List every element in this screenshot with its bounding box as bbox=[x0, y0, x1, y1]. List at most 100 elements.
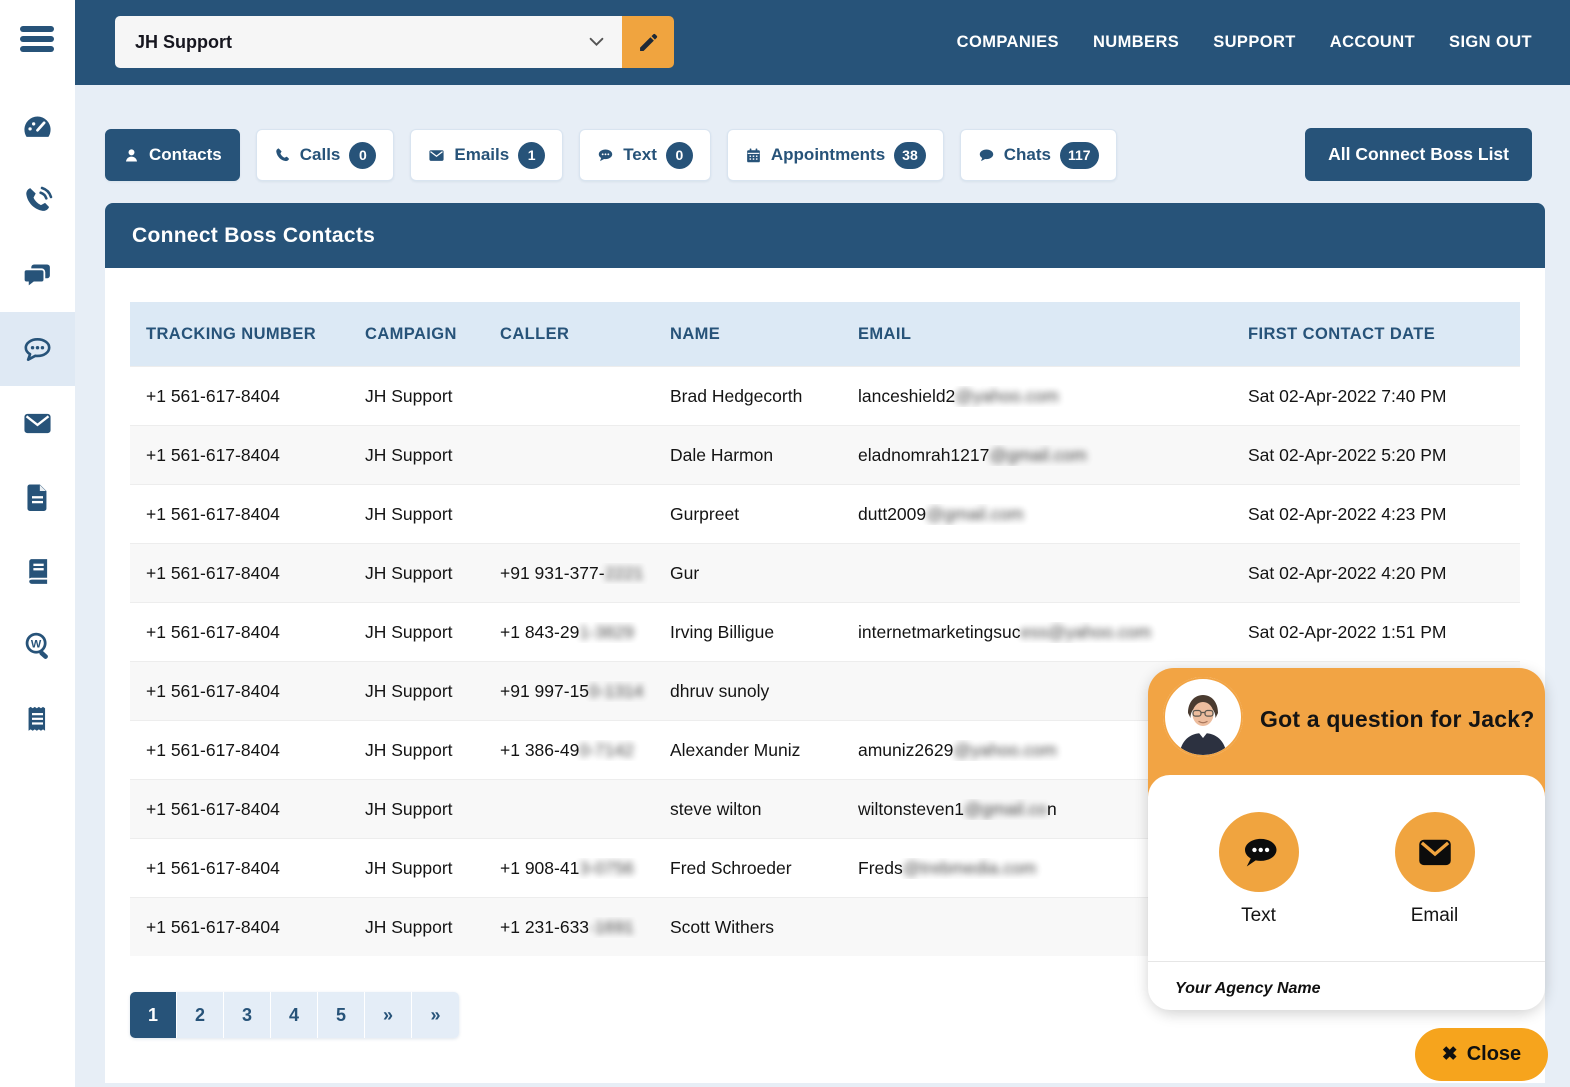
page-button-1[interactable]: 1 bbox=[130, 992, 177, 1038]
pencil-icon bbox=[637, 31, 660, 54]
sidebar: W bbox=[0, 0, 75, 1087]
campaign-cell: JH Support bbox=[365, 563, 500, 584]
tab-label: Appointments bbox=[771, 145, 885, 165]
page-forward-button[interactable]: » bbox=[412, 992, 459, 1038]
user-icon bbox=[123, 147, 140, 164]
campaign-cell: JH Support bbox=[365, 386, 500, 407]
tracking-number-cell: +1 561-617-8404 bbox=[146, 917, 365, 938]
chat-widget-title: Got a question for Jack? bbox=[1260, 706, 1534, 733]
nav-numbers[interactable]: NUMBERS bbox=[1093, 33, 1179, 52]
tab-chats[interactable]: Chats 117 bbox=[960, 129, 1117, 181]
campaign-cell: JH Support bbox=[365, 504, 500, 525]
tab-label: Emails bbox=[454, 145, 509, 165]
jack-photo-avatar bbox=[1163, 677, 1243, 757]
email-icon bbox=[21, 407, 54, 440]
sidebar-item-emails[interactable] bbox=[0, 386, 75, 460]
sidebar-item-keyword-search[interactable]: W bbox=[0, 608, 75, 682]
tab-appointments[interactable]: Appointments 38 bbox=[727, 129, 944, 181]
email-cell: eladnomrah1217@gmail.com bbox=[858, 445, 1248, 466]
campaign-cell: JH Support bbox=[365, 445, 500, 466]
company-select[interactable]: JH Support bbox=[115, 16, 622, 68]
tab-count-badge: 117 bbox=[1060, 142, 1099, 169]
widget-email-label: Email bbox=[1411, 905, 1459, 927]
page-button-4[interactable]: 4 bbox=[271, 992, 318, 1038]
pagination: 12345»» bbox=[130, 992, 459, 1038]
tab-contacts[interactable]: Contacts bbox=[105, 129, 240, 181]
nav-account[interactable]: ACCOUNT bbox=[1330, 33, 1415, 52]
campaign-cell: JH Support bbox=[365, 858, 500, 879]
table-row[interactable]: +1 561-617-8404 JH Support +91 931-377-2… bbox=[130, 543, 1520, 602]
name-cell: Gur bbox=[670, 563, 858, 584]
tracking-number-cell: +1 561-617-8404 bbox=[146, 681, 365, 702]
campaign-cell: JH Support bbox=[365, 622, 500, 643]
table-row[interactable]: +1 561-617-8404 JH Support +1 843-291-38… bbox=[130, 602, 1520, 661]
edit-company-button[interactable] bbox=[622, 16, 674, 68]
email-cell: lanceshield2@yahoo.com bbox=[858, 386, 1248, 407]
name-cell: Dale Harmon bbox=[670, 445, 858, 466]
nav-support[interactable]: SUPPORT bbox=[1213, 33, 1296, 52]
tab-count-badge: 1 bbox=[518, 142, 545, 169]
widget-email-button[interactable]: Email bbox=[1395, 812, 1475, 927]
widget-text-button[interactable]: Text bbox=[1219, 812, 1299, 927]
tracking-number-cell: +1 561-617-8404 bbox=[146, 386, 365, 407]
first-contact-date-cell: Sat 02-Apr-2022 4:20 PM bbox=[1248, 563, 1520, 584]
nav-companies[interactable]: COMPANIES bbox=[957, 33, 1059, 52]
sidebar-item-documents[interactable] bbox=[0, 460, 75, 534]
top-nav: COMPANIES NUMBERS SUPPORT ACCOUNT SIGN O… bbox=[957, 0, 1532, 85]
agency-name: Your Agency Name bbox=[1175, 980, 1321, 998]
campaign-cell: JH Support bbox=[365, 917, 500, 938]
column-header: NAME bbox=[670, 325, 858, 344]
name-cell: Gurpreet bbox=[670, 504, 858, 525]
campaign-cell: JH Support bbox=[365, 740, 500, 761]
all-connect-boss-list-button[interactable]: All Connect Boss List bbox=[1305, 128, 1532, 181]
sidebar-item-directory[interactable] bbox=[0, 534, 75, 608]
menu-icon[interactable] bbox=[20, 26, 54, 56]
first-contact-date-cell: Sat 02-Apr-2022 4:23 PM bbox=[1248, 504, 1520, 525]
panel-title: Connect Boss Contacts bbox=[105, 203, 1545, 268]
sidebar-item-dashboard[interactable] bbox=[0, 90, 75, 164]
table-row[interactable]: +1 561-617-8404 JH Support Gurpreet dutt… bbox=[130, 484, 1520, 543]
caller-cell: +1 386-490-7142 bbox=[500, 740, 670, 761]
name-cell: steve wilton bbox=[670, 799, 858, 820]
tab-calls[interactable]: Calls 0 bbox=[256, 129, 395, 181]
caller-cell: +1 908-413-0756 bbox=[500, 858, 670, 879]
name-cell: Brad Hedgecorth bbox=[670, 386, 858, 407]
tab-count-badge: 38 bbox=[894, 142, 926, 169]
page-forward-button[interactable]: » bbox=[365, 992, 412, 1038]
first-contact-date-cell: Sat 02-Apr-2022 1:51 PM bbox=[1248, 622, 1520, 643]
billing-icon bbox=[21, 703, 54, 736]
table-row[interactable]: +1 561-617-8404 JH Support Brad Hedgecor… bbox=[130, 366, 1520, 425]
name-cell: Alexander Muniz bbox=[670, 740, 858, 761]
nav-sign-out[interactable]: SIGN OUT bbox=[1449, 33, 1532, 52]
page-button-3[interactable]: 3 bbox=[224, 992, 271, 1038]
widget-close-button[interactable]: ✖ Close bbox=[1415, 1028, 1548, 1081]
conversations-icon bbox=[21, 259, 54, 292]
sidebar-item-conversations[interactable] bbox=[0, 238, 75, 312]
page-button-2[interactable]: 2 bbox=[177, 992, 224, 1038]
tab-text[interactable]: Text 0 bbox=[579, 129, 711, 181]
column-header: FIRST CONTACT DATE bbox=[1248, 325, 1520, 344]
sidebar-item-text-messages[interactable] bbox=[0, 312, 75, 386]
widget-text-label: Text bbox=[1241, 905, 1276, 927]
tracking-number-cell: +1 561-617-8404 bbox=[146, 563, 365, 584]
svg-text:W: W bbox=[31, 638, 42, 650]
page-button-5[interactable]: 5 bbox=[318, 992, 365, 1038]
tracking-number-cell: +1 561-617-8404 bbox=[146, 504, 365, 525]
sidebar-item-calls[interactable] bbox=[0, 164, 75, 238]
sidebar-nav: W bbox=[0, 90, 75, 756]
sidebar-item-billing[interactable] bbox=[0, 682, 75, 756]
tracking-number-cell: +1 561-617-8404 bbox=[146, 445, 365, 466]
name-cell: Irving Billigue bbox=[670, 622, 858, 643]
column-header: TRACKING NUMBER bbox=[146, 325, 365, 344]
close-icon: ✖ bbox=[1442, 1043, 1458, 1066]
email-cell: internetmarketingsucess@yahoo.com bbox=[858, 622, 1248, 643]
tab-label: Text bbox=[623, 145, 657, 165]
document-icon bbox=[21, 481, 54, 514]
record-tabs: Contacts Calls 0 Emails 1 Text 0 Appoint… bbox=[105, 129, 1117, 181]
table-row[interactable]: +1 561-617-8404 JH Support Dale Harmon e… bbox=[130, 425, 1520, 484]
envelope-icon bbox=[428, 147, 445, 164]
tab-label: Contacts bbox=[149, 145, 222, 165]
first-contact-date-cell: Sat 02-Apr-2022 5:20 PM bbox=[1248, 445, 1520, 466]
tab-emails[interactable]: Emails 1 bbox=[410, 129, 563, 181]
caller-cell: +1 843-291-3829 bbox=[500, 622, 670, 643]
